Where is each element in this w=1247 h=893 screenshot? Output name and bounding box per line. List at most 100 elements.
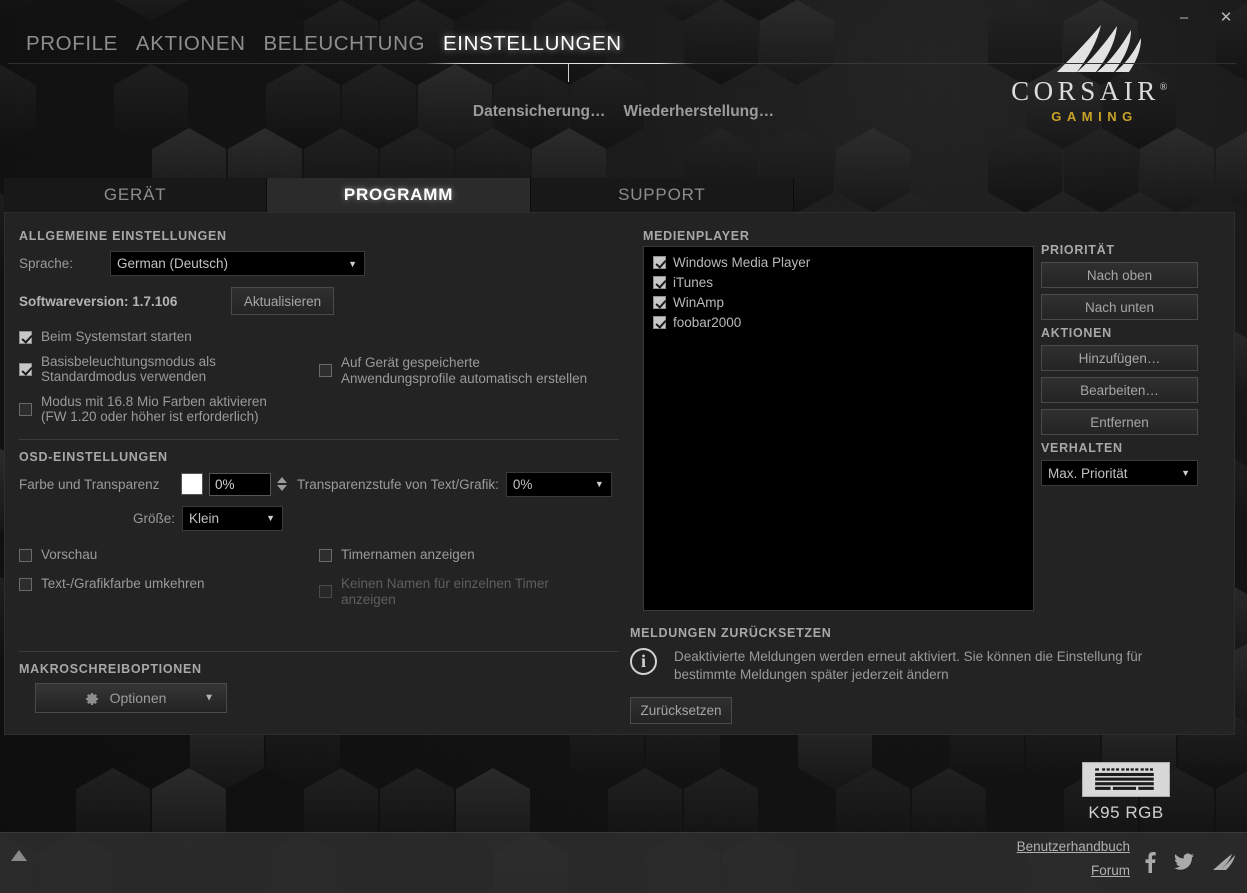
- facebook-icon[interactable]: [1143, 851, 1157, 873]
- behavior-header: VERHALTEN: [1041, 441, 1123, 455]
- list-item-label: WinAmp: [673, 294, 725, 310]
- user-manual-link[interactable]: Benutzerhandbuch: [1017, 839, 1130, 854]
- checkbox-label: Auf Gerät gespeicherte Anwendungsprofile…: [341, 355, 588, 386]
- language-label: Sprache:: [19, 256, 74, 271]
- close-button[interactable]: ✕: [1213, 4, 1239, 30]
- move-down-button[interactable]: Nach unten: [1041, 294, 1198, 320]
- chevron-down-icon: ▼: [204, 692, 214, 704]
- text-transparency-label: Transparenzstufe von Text/Grafik:: [297, 476, 499, 492]
- window-controls: – ✕: [1171, 4, 1239, 30]
- actions-header: AKTIONEN: [1041, 326, 1112, 340]
- info-icon: i: [630, 648, 657, 675]
- chevron-down-icon: ▼: [594, 479, 604, 489]
- checkbox-box[interactable]: [653, 255, 666, 269]
- corsair-wordmark: CORSAIR®: [1011, 76, 1172, 106]
- macro-options-button[interactable]: Optionen ▼: [35, 683, 227, 713]
- edit-button[interactable]: Bearbeiten…: [1041, 377, 1198, 403]
- device-name: K95 RGB: [1088, 803, 1164, 822]
- language-select[interactable]: German (Deutsch) ▼: [110, 251, 365, 276]
- checkbox-invert-text-color[interactable]: Text-/Grafikfarbe umkehren: [19, 576, 319, 592]
- nav-item-aktionen[interactable]: AKTIONEN: [127, 32, 255, 64]
- osd-transparency-input[interactable]: 0%: [209, 472, 271, 496]
- checkbox-box[interactable]: [653, 295, 666, 309]
- tab-programm[interactable]: PROGRAMM: [267, 178, 531, 212]
- checkbox-box[interactable]: [19, 331, 32, 344]
- behavior-value: Max. Priorität: [1048, 465, 1128, 481]
- social-links: [1143, 851, 1235, 873]
- stepper-down-icon[interactable]: [277, 485, 287, 491]
- nav-active-tick: [568, 64, 569, 82]
- checkbox-box[interactable]: [19, 578, 32, 591]
- nav-item-einstellungen[interactable]: EINSTELLUNGEN: [434, 32, 631, 64]
- move-up-button[interactable]: Nach oben: [1041, 262, 1198, 288]
- text-transparency-value: 0%: [512, 476, 533, 492]
- checkbox-box[interactable]: [19, 362, 32, 376]
- checkbox-box[interactable]: [319, 548, 332, 562]
- add-button[interactable]: Hinzufügen…: [1041, 345, 1198, 371]
- checkbox-preview[interactable]: Vorschau: [19, 547, 319, 563]
- behavior-select[interactable]: Max. Priorität ▼: [1041, 460, 1198, 486]
- remove-button[interactable]: Entfernen: [1041, 409, 1198, 435]
- software-version-label: Softwareversion: 1.7.106: [19, 293, 178, 309]
- language-select-value: German (Deutsch): [117, 256, 229, 271]
- osd-settings-header: OSD-EINSTELLUNGEN: [19, 449, 168, 464]
- gaming-tagline: GAMING: [1051, 109, 1138, 124]
- divider-osd: [19, 438, 619, 440]
- corsair-utility-engine-window: – ✕ PROFILE AKTIONEN BELEUCHTUNG EINSTEL…: [0, 0, 1247, 893]
- list-item[interactable]: WinAmp: [648, 292, 1029, 312]
- checkbox-box[interactable]: [19, 402, 32, 416]
- restore-button[interactable]: Wiederherstellung…: [624, 103, 775, 121]
- reset-messages-description: Deaktivierte Meldungen werden erneut akt…: [674, 649, 1143, 682]
- checkbox-box[interactable]: [19, 548, 32, 562]
- checkbox-basic-lighting-default[interactable]: Basisbeleuchtungsmodus als Standardmodus…: [19, 354, 319, 385]
- corsair-sails-social-icon[interactable]: [1211, 853, 1235, 871]
- checkbox-box[interactable]: [653, 315, 666, 329]
- corsair-sails-icon: [1056, 25, 1141, 72]
- text-transparency-select[interactable]: 0% ▼: [505, 471, 612, 497]
- checkbox-label: Timernamen anzeigen: [341, 546, 475, 562]
- osd-size-label: Größe:: [133, 510, 176, 526]
- settings-panel: ALLGEMEINE EINSTELLUNGEN Sprache: German…: [4, 212, 1235, 735]
- checkbox-label: Modus mit 16.8 Mio Farben aktivieren (FW…: [41, 393, 267, 425]
- nav-item-profile[interactable]: PROFILE: [17, 32, 127, 64]
- device-area: K95 RGB: [1061, 762, 1191, 823]
- checkbox-label: Beim Systemstart starten: [41, 329, 192, 344]
- osd-color-swatch[interactable]: [181, 473, 203, 495]
- tab-strip: GERÄT PROGRAMM SUPPORT: [4, 178, 794, 212]
- checkbox-box[interactable]: [319, 364, 332, 377]
- list-item[interactable]: iTunes: [648, 272, 1029, 292]
- update-button[interactable]: Aktualisieren: [231, 287, 334, 315]
- checkbox-label: Text-/Grafikfarbe umkehren: [41, 576, 205, 591]
- list-item[interactable]: foobar2000: [648, 312, 1029, 332]
- mediaplayer-listbox[interactable]: Windows Media Player iTunes WinAmp fooba…: [643, 246, 1034, 611]
- reset-messages-header: MELDUNGEN ZURÜCKSETZEN: [630, 626, 832, 640]
- minimize-button[interactable]: –: [1171, 4, 1197, 30]
- list-item[interactable]: Windows Media Player: [648, 252, 1029, 272]
- twitter-icon[interactable]: [1174, 853, 1194, 871]
- checkbox-box[interactable]: [653, 275, 666, 289]
- checkbox-16m-colors[interactable]: Modus mit 16.8 Mio Farben aktivieren (FW…: [19, 394, 319, 425]
- checkbox-auto-create-device-profiles[interactable]: Auf Gerät gespeicherte Anwendungsprofile…: [319, 355, 609, 386]
- expand-up-icon[interactable]: [11, 850, 27, 861]
- chevron-down-icon: ▼: [266, 513, 276, 523]
- stepper-up-icon[interactable]: [277, 477, 287, 483]
- footer-bar: Benutzerhandbuch Forum: [0, 832, 1247, 893]
- backup-button[interactable]: Datensicherung…: [473, 103, 606, 121]
- chevron-down-icon: ▼: [348, 258, 357, 269]
- nav-item-beleuchtung[interactable]: BELEUCHTUNG: [255, 32, 435, 64]
- corsair-logo: CORSAIR® GAMING: [1002, 22, 1187, 124]
- tab-geraet[interactable]: GERÄT: [4, 178, 268, 212]
- checkbox-start-on-boot[interactable]: Beim Systemstart starten: [19, 329, 319, 345]
- checkbox-box: [319, 585, 332, 598]
- osd-transparency-stepper[interactable]: [277, 477, 287, 491]
- general-settings-header: ALLGEMEINE EINSTELLUNGEN: [19, 229, 227, 243]
- mediaplayer-side-controls: PRIORITÄT Nach oben Nach unten AKTIONEN …: [1041, 243, 1201, 486]
- osd-size-select[interactable]: Klein ▼: [182, 505, 284, 531]
- forum-link[interactable]: Forum: [1017, 863, 1130, 878]
- macro-options-label: Optionen: [109, 690, 167, 706]
- mediaplayer-header: MEDIENPLAYER: [643, 229, 750, 243]
- reset-button[interactable]: Zurücksetzen: [630, 697, 732, 724]
- keyboard-icon: [1082, 762, 1170, 797]
- checkbox-show-timer-names[interactable]: Timernamen anzeigen: [319, 547, 609, 563]
- tab-support[interactable]: SUPPORT: [530, 178, 794, 212]
